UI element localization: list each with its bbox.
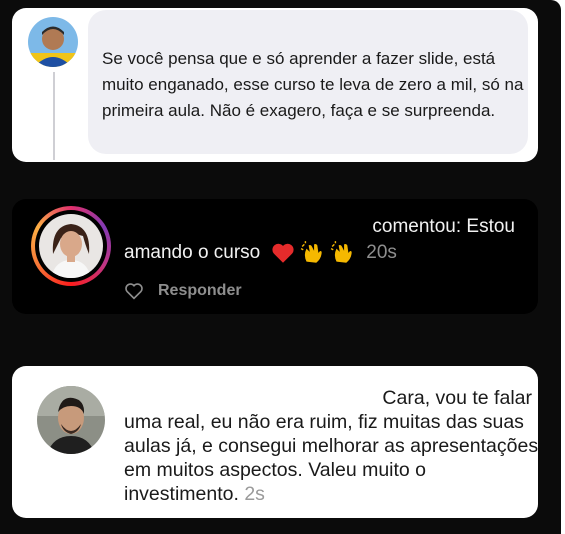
thread-line xyxy=(53,72,55,160)
comment-text-3-line1: Cara, vou te falar xyxy=(382,387,532,409)
red-heart-icon xyxy=(272,243,294,263)
reply-button[interactable]: Responder xyxy=(158,282,242,300)
avatar-commenter-2 xyxy=(39,214,103,278)
comment-text-2-body: amando o curso xyxy=(124,242,261,263)
avatar-commenter-3[interactable] xyxy=(37,386,105,454)
clapping-hands-icon xyxy=(331,241,352,263)
comment-time-2: 20s xyxy=(366,242,397,263)
comment-time-3: 2s xyxy=(244,483,265,505)
comment-text-3-rest: uma real, eu não era ruim, fiz muitas da… xyxy=(124,411,539,505)
comment-text-1: Se você pensa que e só aprender a fazer … xyxy=(102,49,524,120)
reply-row: Responder xyxy=(124,282,242,300)
heart-outline-icon[interactable] xyxy=(124,282,144,300)
comment-text-2-line2: amando o curso 20s xyxy=(124,240,397,266)
avatar-story-ring[interactable] xyxy=(31,206,111,286)
comment-text-3-body: uma real, eu não era ruim, fiz muitas da… xyxy=(124,410,539,506)
avatar-commenter-1[interactable] xyxy=(28,17,78,67)
clapping-hands-icon xyxy=(301,241,322,263)
comment-text-2-line1: comentou: Estou xyxy=(372,216,515,237)
